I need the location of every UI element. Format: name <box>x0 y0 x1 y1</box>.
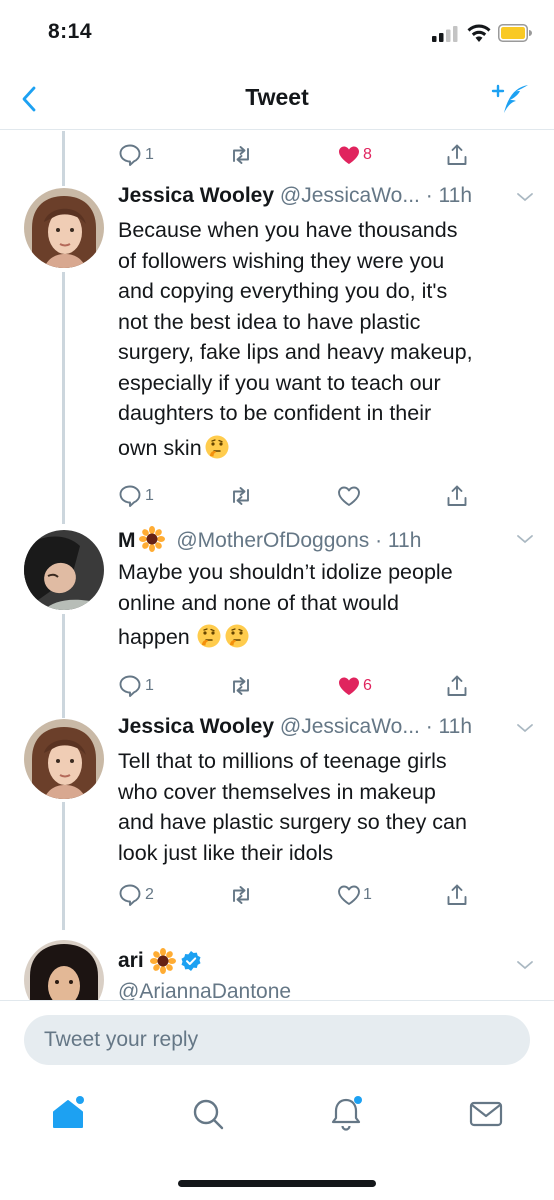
nav-header: Tweet <box>0 66 554 130</box>
avatar[interactable] <box>24 530 104 610</box>
status-time: 8:14 <box>48 20 93 43</box>
thread-line <box>62 802 65 930</box>
messages-icon[interactable] <box>466 1094 506 1134</box>
retweet-button[interactable] <box>228 671 254 701</box>
tweet-text: Because when you have thousands of follo… <box>118 218 473 460</box>
reply-button[interactable]: 1 <box>118 481 154 511</box>
home-indicator[interactable] <box>178 1180 376 1187</box>
author-name[interactable]: Jessica Wooley <box>118 715 274 738</box>
like-button[interactable]: 1 <box>336 880 372 910</box>
tweet-time: · 11h <box>375 529 422 552</box>
like-button[interactable]: 8 <box>336 140 372 170</box>
chevron-down-icon[interactable] <box>516 532 534 546</box>
thread-line <box>62 131 65 186</box>
tweet-actions: 2 1 <box>118 880 478 910</box>
reply-button[interactable]: 2 <box>118 880 154 910</box>
thread-line <box>62 272 65 524</box>
thread-line <box>62 614 65 718</box>
retweet-button[interactable] <box>228 880 254 910</box>
reply-icon <box>118 882 144 908</box>
chevron-down-icon[interactable] <box>516 958 534 972</box>
wifi-icon <box>467 24 491 42</box>
reply-icon <box>118 483 144 509</box>
share-button[interactable] <box>444 140 470 170</box>
retweet-icon <box>228 673 254 699</box>
tweet-time: · 11h <box>425 715 473 738</box>
page-title: Tweet <box>245 84 309 110</box>
share-icon <box>444 882 470 908</box>
sunflower-icon <box>150 948 176 974</box>
share-button[interactable] <box>444 671 470 701</box>
like-icon <box>336 483 362 509</box>
reply-count: 2 <box>145 886 154 903</box>
chevron-down-icon[interactable] <box>516 190 534 204</box>
author-handle[interactable]: @MotherOfDoggons <box>176 529 369 552</box>
share-button[interactable] <box>444 880 470 910</box>
reply-button[interactable]: 1 <box>118 671 154 701</box>
notifications-icon[interactable] <box>326 1094 366 1134</box>
avatar-photo <box>24 719 104 799</box>
reply-button[interactable]: 1 <box>118 140 154 170</box>
compose-tweet-icon[interactable] <box>490 82 532 116</box>
reply-bar: Tweet your reply <box>0 1000 554 1078</box>
search-icon[interactable] <box>188 1094 228 1134</box>
like-count: 6 <box>363 677 372 694</box>
share-icon <box>444 142 470 168</box>
tweet-actions: 1 <box>118 481 478 511</box>
tweet-header: M @MotherOfDoggons · 11h <box>118 526 534 556</box>
share-icon <box>444 483 470 509</box>
like-count: 1 <box>363 886 372 903</box>
tweet-actions: 1 8 <box>118 140 478 170</box>
author-name[interactable]: Jessica Wooley <box>118 184 274 207</box>
reply-count: 1 <box>145 677 154 694</box>
like-icon <box>336 882 362 908</box>
retweet-icon <box>228 142 254 168</box>
thinking-face-icon <box>196 623 222 649</box>
retweet-icon <box>228 882 254 908</box>
status-bar: 8:14 <box>0 0 554 66</box>
reply-input[interactable]: Tweet your reply <box>24 1015 530 1065</box>
author-handle[interactable]: @JessicaWo... <box>280 715 420 738</box>
tweet-header: Jessica Wooley @JessicaWo... · 11h <box>118 184 534 214</box>
thinking-face-icon <box>224 623 250 649</box>
avatar[interactable] <box>24 188 104 268</box>
retweet-icon <box>228 483 254 509</box>
author-handle[interactable]: @JessicaWo... <box>280 184 420 207</box>
thinking-face-icon <box>204 434 230 460</box>
avatar-photo <box>24 188 104 268</box>
reply-count: 1 <box>145 487 154 504</box>
tweet-time: · 11h <box>425 184 473 207</box>
home-icon[interactable] <box>48 1094 88 1134</box>
verified-badge-icon <box>181 951 201 971</box>
reply-count: 1 <box>145 146 154 163</box>
tweet-text: Maybe you shouldn’t idolize people onlin… <box>118 560 453 649</box>
like-icon <box>336 142 362 168</box>
like-button[interactable] <box>336 481 362 511</box>
retweet-button[interactable] <box>228 481 254 511</box>
chevron-down-icon[interactable] <box>516 721 534 735</box>
share-button[interactable] <box>444 481 470 511</box>
author-name[interactable]: M <box>118 529 136 552</box>
tweet-header: Jessica Wooley @JessicaWo... · 11h <box>118 715 534 745</box>
author-name[interactable]: ari <box>118 949 144 973</box>
reply-icon <box>118 142 144 168</box>
tweet-actions: 1 6 <box>118 671 478 701</box>
like-icon <box>336 673 362 699</box>
avatar-photo <box>24 530 104 610</box>
avatar[interactable] <box>24 719 104 799</box>
like-button[interactable]: 6 <box>336 671 372 701</box>
battery-icon <box>498 24 532 42</box>
cellular-signal-icon <box>432 26 458 42</box>
author-name-row: ari <box>118 948 202 974</box>
sunflower-icon <box>139 526 165 552</box>
tweet-text: Tell that to millions of teenage girls w… <box>118 749 467 865</box>
retweet-button[interactable] <box>228 140 254 170</box>
like-count: 8 <box>363 146 372 163</box>
share-icon <box>444 673 470 699</box>
reply-icon <box>118 673 144 699</box>
